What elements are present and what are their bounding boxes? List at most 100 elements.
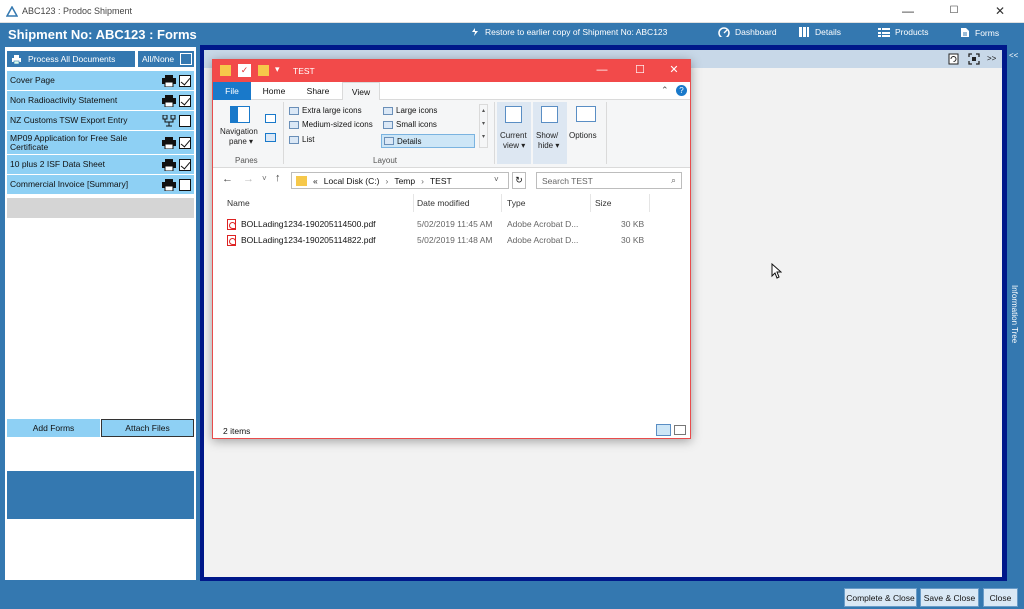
information-tree-label: Information Tree: [1010, 285, 1019, 344]
layout-large-icons[interactable]: Large icons: [383, 106, 437, 115]
fit-page-icon[interactable]: [968, 53, 980, 65]
page-title: Shipment No: ABC123 : Forms: [8, 27, 197, 42]
all-none-toggle[interactable]: All/None: [138, 51, 194, 67]
folder-small-icon: [296, 175, 307, 186]
maximize-button[interactable]: ☐: [931, 0, 977, 23]
document-label: NZ Customs TSW Export Entry: [10, 115, 128, 125]
details-pane-icon[interactable]: [265, 133, 276, 142]
minimize-button[interactable]: —: [885, 0, 931, 23]
add-forms-button[interactable]: Add Forms: [7, 419, 100, 437]
attachment-drop-area[interactable]: [7, 471, 194, 519]
current-view-button[interactable]: Current view ▾: [497, 102, 531, 164]
tab-share[interactable]: Share: [299, 82, 337, 100]
large-icons-icon: [383, 106, 393, 115]
file-date-modified: 5/02/2019 11:48 AM: [417, 235, 493, 245]
information-tree-panel[interactable]: << Information Tree: [1007, 45, 1024, 586]
document-row[interactable]: MP09 Application for Free Sale Certifica…: [7, 131, 194, 154]
preview-pane-icon[interactable]: [265, 114, 276, 123]
nav-products-label: Products: [895, 27, 929, 37]
breadcrumb-temp[interactable]: Temp: [394, 176, 415, 186]
show-hide-icon: [541, 106, 558, 123]
navigation-pane-icon: [230, 106, 250, 123]
column-name[interactable]: Name: [227, 198, 250, 208]
address-bar[interactable]: « Local Disk (C:) › Temp › TEST ˅: [291, 172, 509, 189]
file-row[interactable]: BOLLading1234-190205114822.pdf 5/02/2019 …: [227, 233, 667, 248]
toolstrip-expand-button[interactable]: >>: [987, 54, 996, 63]
printer-icon[interactable]: [162, 94, 176, 107]
ribbon-tabs: File Home Share View ⌃ ?: [213, 82, 690, 100]
layout-small-icons[interactable]: Small icons: [383, 120, 437, 129]
close-window-button[interactable]: ✕: [977, 0, 1023, 23]
refresh-document-icon[interactable]: [948, 53, 959, 65]
document-checkbox[interactable]: [179, 114, 191, 127]
document-checkbox[interactable]: [179, 74, 191, 87]
network-icon[interactable]: [162, 114, 176, 127]
refresh-icon[interactable]: ↻: [512, 172, 526, 189]
attach-files-button[interactable]: Attach Files: [101, 419, 194, 437]
up-arrow-icon[interactable]: ↑: [275, 172, 281, 184]
column-size[interactable]: Size: [595, 198, 612, 208]
tab-view[interactable]: View: [342, 82, 380, 100]
recent-locations-chevron-icon[interactable]: ˅: [262, 174, 267, 183]
restore-link[interactable]: Restore to earlier copy of Shipment No: …: [470, 27, 667, 37]
navigation-pane-label-2: pane ▾: [229, 137, 254, 146]
app-logo-icon: [6, 6, 18, 17]
breadcrumb-test[interactable]: TEST: [430, 176, 452, 186]
printer-icon[interactable]: [162, 158, 176, 171]
address-dropdown-icon[interactable]: ˅: [494, 175, 499, 184]
all-none-label: All/None: [142, 54, 175, 64]
document-checkbox[interactable]: [179, 158, 191, 171]
document-row[interactable]: Cover Page: [7, 71, 194, 90]
column-type[interactable]: Type: [507, 198, 525, 208]
explorer-maximize-button[interactable]: ☐: [621, 60, 659, 82]
explorer-minimize-button[interactable]: —: [583, 60, 621, 82]
column-date-modified[interactable]: Date modified: [417, 198, 469, 208]
explorer-close-button[interactable]: ✕: [655, 60, 693, 82]
document-checkbox[interactable]: [179, 136, 191, 149]
nav-dashboard[interactable]: Dashboard: [718, 27, 777, 37]
details-view-toggle-icon[interactable]: [656, 424, 671, 436]
printer-icon[interactable]: [162, 178, 176, 191]
forward-arrow-icon[interactable]: →: [243, 173, 254, 185]
file-row[interactable]: BOLLading1234-190205114500.pdf 5/02/2019 …: [227, 217, 667, 232]
document-row[interactable]: Commercial Invoice [Summary]: [7, 175, 194, 194]
tab-file[interactable]: File: [213, 82, 251, 100]
new-folder-icon[interactable]: [258, 65, 269, 76]
status-bar: 2 items: [213, 422, 690, 438]
tab-home[interactable]: Home: [255, 82, 293, 100]
document-checkbox[interactable]: [179, 94, 191, 107]
item-count: 2 items: [223, 426, 251, 436]
search-input[interactable]: Search TEST ⌕: [536, 172, 682, 189]
printer-icon[interactable]: [162, 74, 176, 87]
document-row[interactable]: NZ Customs TSW Export Entry: [7, 111, 194, 130]
quick-access-dropdown-icon[interactable]: ▾: [275, 64, 280, 75]
collapse-ribbon-icon[interactable]: ⌃: [661, 85, 669, 96]
document-row[interactable]: 10 plus 2 ISF Data Sheet: [7, 155, 194, 174]
layout-scroll[interactable]: ▴ ▾ ▾: [479, 104, 488, 148]
properties-icon[interactable]: ✓: [238, 64, 251, 77]
process-all-button[interactable]: Process All Documents: [7, 51, 135, 67]
complete-close-button[interactable]: Complete & Close: [844, 588, 917, 607]
help-icon[interactable]: ?: [676, 85, 687, 96]
search-placeholder: Search TEST: [542, 175, 593, 186]
large-icons-toggle-icon[interactable]: [674, 425, 686, 435]
back-arrow-icon[interactable]: ←: [222, 173, 233, 185]
layout-medium-icons[interactable]: Medium-sized icons: [289, 120, 373, 129]
layout-extra-large-icons[interactable]: Extra large icons: [289, 106, 362, 115]
collapse-panel-button[interactable]: <<: [1009, 51, 1018, 60]
breadcrumb-local-disk[interactable]: Local Disk (C:): [324, 176, 380, 186]
printer-icon[interactable]: [162, 136, 176, 149]
show-hide-button[interactable]: Show/ hide ▾: [533, 102, 567, 164]
options-button[interactable]: Options: [569, 102, 603, 164]
close-button[interactable]: Close: [983, 588, 1018, 607]
nav-products[interactable]: Products: [878, 27, 929, 37]
all-none-checkbox[interactable]: [180, 53, 193, 65]
navigation-pane-button[interactable]: Navigation pane ▾: [219, 104, 263, 152]
nav-details[interactable]: Details: [798, 27, 841, 37]
layout-list[interactable]: List: [289, 135, 314, 144]
document-checkbox[interactable]: [179, 178, 191, 191]
save-close-button[interactable]: Save & Close: [920, 588, 979, 607]
layout-details[interactable]: Details: [381, 134, 475, 148]
nav-forms[interactable]: Forms: [960, 27, 999, 38]
document-row[interactable]: Non Radioactivity Statement: [7, 91, 194, 110]
